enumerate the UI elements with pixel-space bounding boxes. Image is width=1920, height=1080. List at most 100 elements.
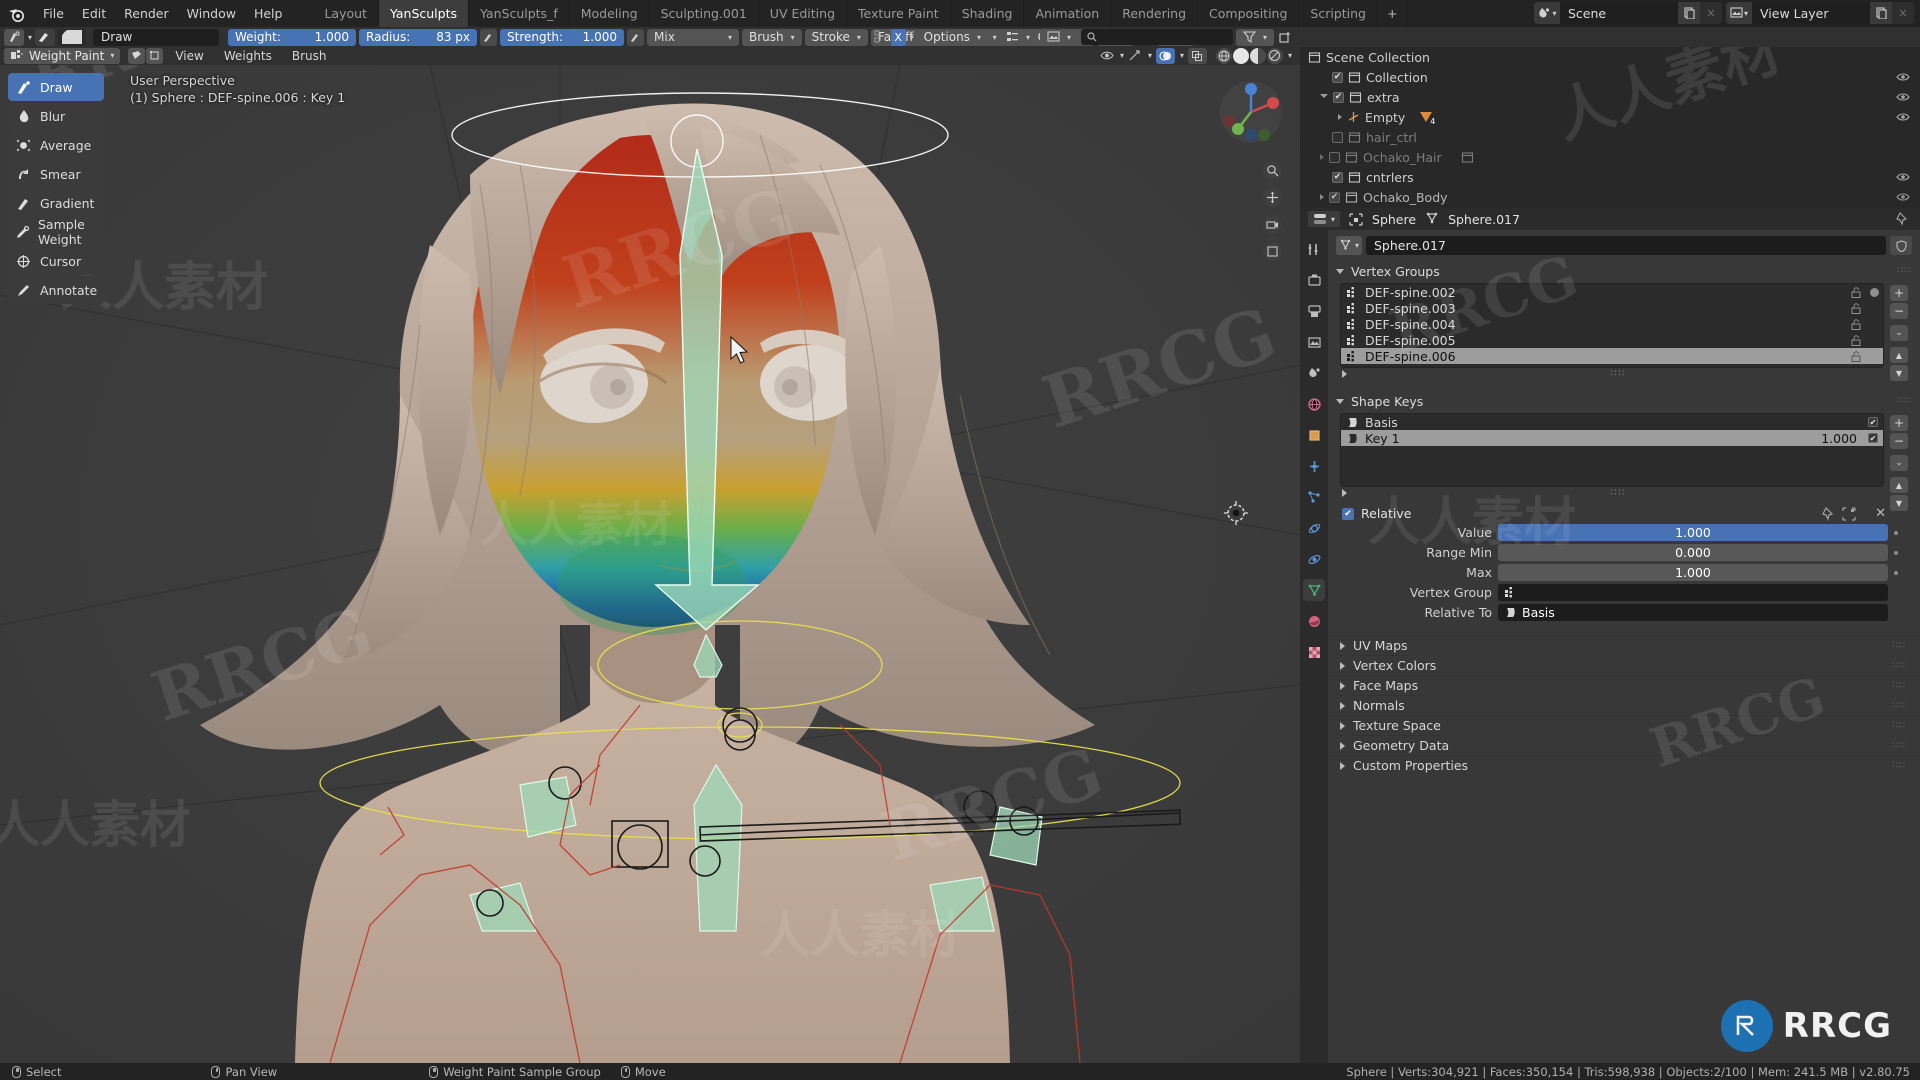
tab-animation[interactable]: Animation (1024, 0, 1112, 27)
shape-keys-list[interactable]: Basis ✔ Key 1 1.000 ✔ (1340, 413, 1884, 487)
shape-key-mute-checkbox[interactable]: ✔ (1868, 417, 1878, 427)
menu-render[interactable]: Render (115, 3, 178, 24)
radius-slider[interactable]: Radius: 83 px (359, 28, 478, 46)
chevron-down-icon[interactable]: ▾ (1148, 51, 1152, 60)
close-icon[interactable]: ✕ (1875, 506, 1886, 521)
tab-world[interactable] (1303, 393, 1325, 415)
hair-ctrl-visibility-checkbox[interactable] (1332, 131, 1343, 143)
unlock-icon[interactable] (1851, 286, 1861, 298)
tab-add-workspace[interactable]: + (1378, 0, 1408, 27)
expand-triangle-icon[interactable] (1320, 154, 1324, 160)
tab-modeling[interactable]: Modeling (570, 0, 650, 27)
visibility-eye-icon[interactable] (1100, 49, 1115, 62)
vertex-group-row[interactable]: DEF-spine.005 (1341, 332, 1883, 348)
brush-menu[interactable]: Brush ▾ (742, 28, 802, 46)
move-shape-key-up-button[interactable]: ▲ (1890, 477, 1908, 493)
zoom-icon[interactable] (1263, 161, 1282, 180)
tool-draw[interactable]: Draw (8, 73, 104, 101)
new-scene-button[interactable] (1678, 2, 1700, 24)
blender-logo-icon[interactable] (6, 4, 26, 24)
eye-icon[interactable] (1896, 111, 1910, 123)
outliner-row-ochako-hair[interactable]: Ochako_Hair (1300, 147, 1920, 167)
viewport-menu-brush[interactable]: Brush (284, 48, 335, 64)
chevron-down-icon[interactable]: ▾ (910, 33, 914, 42)
tool-smear[interactable]: Smear (8, 160, 104, 188)
brush-swatch[interactable] (58, 28, 87, 46)
menu-edit[interactable]: Edit (73, 3, 115, 24)
outliner-row-cntrlers[interactable]: ✔ cntrlers (1300, 167, 1920, 187)
expand-triangle-icon[interactable] (1320, 194, 1324, 200)
tab-object[interactable] (1303, 424, 1325, 446)
panel-geometry-data[interactable]: Geometry Data ∷∷ (1328, 735, 1920, 755)
options-menu[interactable]: Options ▾ (916, 28, 988, 46)
add-vertex-group-button[interactable]: + (1890, 285, 1908, 301)
blend-mode-dropdown[interactable]: Mix ▾ (647, 28, 740, 46)
shape-key-specials-button[interactable]: ⌄ (1890, 455, 1908, 471)
ochako-body-visibility-checkbox[interactable]: ✔ (1329, 191, 1340, 203)
tab-yansculpts[interactable]: YanSculpts (378, 0, 470, 27)
animate-property-dot[interactable] (1894, 530, 1898, 535)
brush-preview-icon[interactable] (35, 28, 56, 46)
new-view-layer-button[interactable] (1870, 2, 1892, 24)
pin-icon[interactable] (1896, 212, 1910, 226)
outliner-row-ochako-body[interactable]: ✔ Ochako_Body (1300, 187, 1920, 207)
tool-gradient[interactable]: Gradient (8, 189, 104, 217)
tool-annotate[interactable]: Annotate (8, 276, 104, 304)
shape-key-mute-checkbox[interactable]: ✔ (1868, 433, 1878, 443)
properties-panel[interactable]: ▾ Sphere.017 Vertex Groups ∷∷ DEF-spine.… (1328, 230, 1920, 1063)
chevron-down-icon[interactable]: ▾ (28, 33, 32, 42)
tab-render[interactable] (1303, 269, 1325, 291)
chevron-down-icon[interactable]: ▾ (1180, 51, 1184, 60)
eye-icon[interactable] (1896, 191, 1910, 203)
move-view-icon[interactable] (1263, 188, 1282, 207)
properties-editor-type-dropdown[interactable]: ▾ (1308, 211, 1341, 227)
tab-compositing[interactable]: Compositing (1198, 0, 1300, 27)
scene-name[interactable]: Scene (1560, 2, 1678, 24)
relative-checkbox[interactable]: ✔ (1342, 507, 1354, 520)
brush-tool-icon[interactable] (4, 28, 24, 46)
tab-output[interactable] (1303, 300, 1325, 322)
outliner-row-hair-ctrl[interactable]: hair_ctrl (1300, 127, 1920, 147)
shape-keys-section-header[interactable]: Shape Keys ∷∷ (1328, 391, 1920, 411)
vertex-group-specials-button[interactable]: ⌄ (1890, 325, 1908, 341)
overlays-toggle-button[interactable] (1155, 47, 1175, 64)
fake-user-shield-button[interactable] (1890, 236, 1912, 255)
weight-slider[interactable]: Weight: 1.000 (228, 28, 357, 46)
chevron-down-icon[interactable]: ▾ (1288, 51, 1292, 60)
tab-scripting[interactable]: Scripting (1299, 0, 1378, 27)
tab-texture[interactable] (1303, 641, 1325, 663)
wireframe-shading-button[interactable] (1215, 47, 1232, 64)
xray-toggle-button[interactable] (1187, 47, 1207, 64)
panel-face-maps[interactable]: Face Maps ∷∷ (1328, 675, 1920, 695)
mesh-name-input[interactable]: Sphere.017 (1366, 236, 1886, 255)
panel-uv-maps[interactable]: UV Maps ∷∷ (1328, 635, 1920, 655)
breadcrumb-object[interactable]: Sphere (1372, 212, 1416, 227)
vertex-groups-specials-row[interactable]: ∷∷ (1342, 369, 1884, 379)
max-field[interactable]: 1.000 (1498, 564, 1888, 581)
shape-key-row-selected[interactable]: Key 1 1.000 ✔ (1341, 430, 1883, 446)
value-field[interactable]: 1.000 (1498, 524, 1888, 541)
tab-shading[interactable]: Shading (951, 0, 1025, 27)
caret-right-icon[interactable] (1342, 370, 1347, 378)
panel-vertex-colors[interactable]: Vertex Colors ∷∷ (1328, 655, 1920, 675)
vertex-groups-list[interactable]: DEF-spine.002 DEF-spine.003 DEF-spine.00… (1340, 283, 1884, 368)
expand-triangle-icon[interactable] (1320, 93, 1328, 101)
tab-uv-editing[interactable]: UV Editing (759, 0, 848, 27)
tool-blur[interactable]: Blur (8, 102, 104, 130)
tool-cursor[interactable]: Cursor (8, 247, 104, 275)
solid-shading-button[interactable] (1232, 47, 1249, 64)
outliner-display-mode-dropdown[interactable]: ▾ (998, 28, 1037, 46)
collection-visibility-checkbox[interactable]: ✔ (1332, 71, 1343, 83)
shape-keys-specials-row[interactable]: ∷∷ (1342, 488, 1884, 498)
unlock-icon[interactable] (1851, 350, 1861, 362)
mirror-icon[interactable] (874, 30, 888, 44)
cntrlers-visibility-checkbox[interactable]: ✔ (1332, 171, 1343, 183)
mirror-x-button[interactable]: X (890, 28, 906, 46)
outliner-row-scene-collection[interactable]: Scene Collection (1300, 47, 1920, 67)
outliner[interactable]: Scene Collection ✔ Collection ✔ extra Em… (1300, 47, 1920, 208)
rendered-shading-button[interactable] (1266, 47, 1283, 64)
navigation-gizmo[interactable] (1218, 79, 1284, 145)
move-vertex-group-down-button[interactable]: ▼ (1890, 365, 1908, 381)
toggle-ortho-icon[interactable] (1263, 242, 1282, 261)
strength-pressure-icon[interactable] (627, 28, 645, 46)
